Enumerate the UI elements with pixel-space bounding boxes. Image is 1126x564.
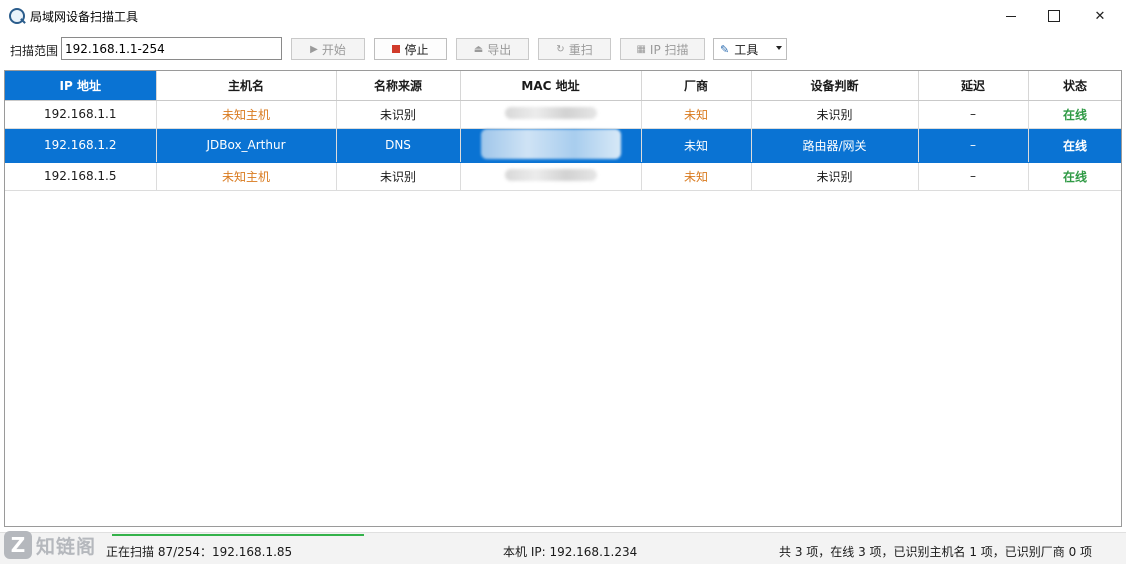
mac-redacted bbox=[480, 128, 621, 159]
chevron-down-icon bbox=[776, 46, 782, 50]
export-button[interactable]: ⏏ 导出 bbox=[456, 38, 529, 60]
table-header-row: IP 地址 主机名 名称来源 MAC 地址 厂商 设备判断 延迟 状态 bbox=[5, 71, 1121, 101]
column-header-latency[interactable]: 延迟 bbox=[918, 71, 1029, 101]
column-header-device-type[interactable]: 设备判断 bbox=[751, 71, 919, 101]
latency-cell: – bbox=[918, 100, 1029, 129]
grid-icon: ▦ bbox=[636, 43, 646, 55]
scan-progress-text: 正在扫描 87/254：192.168.1.85 bbox=[106, 545, 293, 559]
mac-cell bbox=[460, 100, 642, 129]
column-header-mac[interactable]: MAC 地址 bbox=[460, 71, 642, 101]
tools-dropdown[interactable]: ✎ 工具 bbox=[713, 38, 787, 60]
status-cell: 在线 bbox=[1028, 162, 1121, 191]
column-header-name-source[interactable]: 名称来源 bbox=[336, 71, 461, 101]
stop-icon bbox=[392, 45, 401, 53]
ip-scan-button-label: IP 扫描 bbox=[649, 42, 689, 57]
name-source-cell: 未识别 bbox=[336, 100, 461, 129]
summary-text: 共 3 项，在线 3 项，已识别主机名 1 项，已识别厂商 0 项 bbox=[779, 545, 1093, 559]
watermark-text: 知链阁 bbox=[36, 535, 97, 558]
mac-cell bbox=[460, 128, 642, 163]
hostname-cell: 未知主机 bbox=[156, 162, 337, 191]
stop-button[interactable]: 停止 bbox=[374, 38, 447, 60]
export-button-label: 导出 bbox=[487, 42, 512, 57]
hostname-cell: 未知主机 bbox=[156, 100, 337, 129]
name-source-cell: DNS bbox=[336, 128, 461, 163]
tools-dropdown-label: 工具 bbox=[734, 42, 759, 57]
minimize-button[interactable] bbox=[988, 0, 1034, 32]
start-button[interactable]: ▶ 开始 bbox=[291, 38, 365, 60]
play-icon: ▶ bbox=[310, 43, 318, 55]
mac-cell bbox=[460, 162, 642, 191]
watermark: Z 知链阁 bbox=[0, 526, 118, 564]
wrench-icon: ✎ bbox=[720, 42, 730, 56]
column-header-ip[interactable]: IP 地址 bbox=[5, 71, 157, 101]
local-ip-text: 本机 IP: 192.168.1.234 bbox=[503, 545, 638, 559]
latency-cell: – bbox=[918, 128, 1029, 163]
mac-redacted bbox=[504, 106, 597, 119]
latency-cell: – bbox=[918, 162, 1029, 191]
vendor-cell: 未知 bbox=[641, 162, 752, 191]
refresh-icon: ↻ bbox=[556, 43, 565, 55]
table-row[interactable]: 192.168.1.5 未知主机 未识别 未知 未识别 – 在线 bbox=[5, 162, 1121, 191]
device-type-cell: 路由器/网关 bbox=[751, 128, 919, 163]
device-type-cell: 未识别 bbox=[751, 100, 919, 129]
ip-cell: 192.168.1.5 bbox=[5, 162, 157, 191]
column-header-vendor[interactable]: 厂商 bbox=[641, 71, 752, 101]
device-table[interactable]: IP 地址 主机名 名称来源 MAC 地址 厂商 设备判断 延迟 状态 192.… bbox=[4, 70, 1122, 527]
stop-button-label: 停止 bbox=[404, 42, 429, 57]
column-header-hostname[interactable]: 主机名 bbox=[156, 71, 337, 101]
toolbar: 扫描范围 ▶ 开始 停止 ⏏ 导出 ↻ 重扫 ▦ IP 扫描 ✎ 工具 bbox=[0, 32, 1126, 66]
scan-range-input[interactable] bbox=[61, 37, 282, 60]
title-bar: 局域网设备扫描工具 ✕ bbox=[0, 0, 1126, 32]
table-row[interactable]: 192.168.1.1 未知主机 未识别 未知 未识别 – 在线 bbox=[5, 100, 1121, 129]
ip-cell: 192.168.1.2 bbox=[5, 128, 157, 163]
watermark-logo-icon: Z bbox=[4, 531, 32, 559]
maximize-button[interactable] bbox=[1031, 0, 1077, 32]
scan-progress-bar bbox=[112, 534, 364, 536]
mac-redacted bbox=[504, 168, 597, 181]
close-button[interactable]: ✕ bbox=[1077, 0, 1123, 32]
status-cell: 在线 bbox=[1028, 128, 1121, 163]
device-type-cell: 未识别 bbox=[751, 162, 919, 191]
status-bar: 正在扫描 87/254：192.168.1.85 本机 IP: 192.168.… bbox=[0, 532, 1126, 564]
start-button-label: 开始 bbox=[321, 42, 346, 57]
name-source-cell: 未识别 bbox=[336, 162, 461, 191]
ip-cell: 192.168.1.1 bbox=[5, 100, 157, 129]
vendor-cell: 未知 bbox=[641, 128, 752, 163]
table-row[interactable]: 192.168.1.2 JDBox_Arthur DNS 未知 路由器/网关 –… bbox=[5, 128, 1121, 163]
hostname-cell: JDBox_Arthur bbox=[156, 128, 337, 163]
app-logo-icon bbox=[9, 8, 25, 24]
scan-range-label: 扫描范围 bbox=[10, 44, 59, 58]
export-icon: ⏏ bbox=[473, 43, 484, 55]
status-cell: 在线 bbox=[1028, 100, 1121, 129]
close-icon: ✕ bbox=[1094, 8, 1106, 24]
column-header-status[interactable]: 状态 bbox=[1028, 71, 1121, 101]
rescan-button-label: 重扫 bbox=[568, 42, 593, 57]
window-title: 局域网设备扫描工具 bbox=[30, 10, 139, 24]
ip-scan-button[interactable]: ▦ IP 扫描 bbox=[620, 38, 705, 60]
rescan-button[interactable]: ↻ 重扫 bbox=[538, 38, 611, 60]
vendor-cell: 未知 bbox=[641, 100, 752, 129]
